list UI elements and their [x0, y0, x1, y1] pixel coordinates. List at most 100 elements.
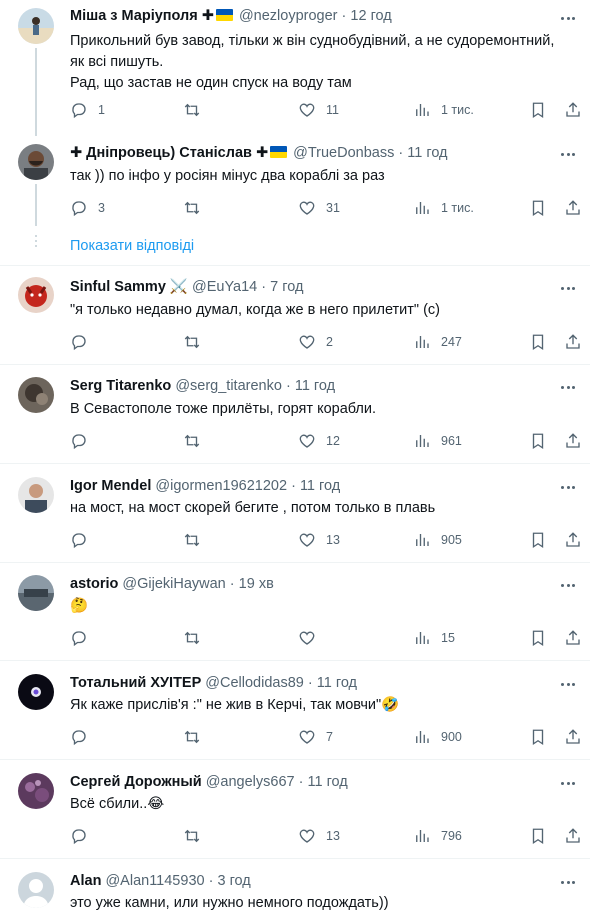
- author-handle[interactable]: @serg_titarenko: [175, 378, 282, 394]
- more-options-icon[interactable]: [558, 575, 578, 595]
- avatar[interactable]: [18, 8, 54, 44]
- reply-button[interactable]: [70, 826, 98, 846]
- tweet-text: на мост, на мост скорей бегите , потом т…: [70, 500, 436, 516]
- timestamp[interactable]: 11 год: [295, 378, 335, 394]
- author-name[interactable]: Sinful Sammy ⚔️: [70, 279, 188, 295]
- reply-button[interactable]: [70, 727, 98, 747]
- like-button[interactable]: 7: [298, 727, 333, 747]
- views-button[interactable]: 1 тис.: [413, 100, 474, 120]
- bookmark-button[interactable]: [529, 628, 547, 648]
- timestamp[interactable]: 12 год: [350, 8, 391, 24]
- views-button[interactable]: 796: [413, 826, 462, 846]
- tweet-header: astorio @GijekiHaywan · 19 хв: [70, 576, 274, 592]
- like-button[interactable]: 31: [298, 198, 340, 218]
- timestamp[interactable]: 11 год: [300, 478, 340, 494]
- author-handle[interactable]: @TrueDonbass: [293, 145, 394, 161]
- avatar[interactable]: [18, 377, 54, 413]
- views-button[interactable]: 247: [413, 332, 462, 352]
- avatar[interactable]: [18, 872, 54, 908]
- avatar[interactable]: [18, 477, 54, 513]
- retweet-button[interactable]: [183, 727, 211, 747]
- author-handle[interactable]: @Cellodidas89: [205, 675, 304, 691]
- author-name[interactable]: Serg Titarenko: [70, 378, 171, 394]
- retweet-button[interactable]: [183, 826, 211, 846]
- more-options-icon[interactable]: [558, 773, 578, 793]
- share-button[interactable]: [564, 826, 582, 846]
- like-button[interactable]: 12: [298, 431, 340, 451]
- more-options-icon[interactable]: [558, 477, 578, 497]
- bookmark-button[interactable]: [529, 727, 547, 747]
- timestamp[interactable]: 7 год: [270, 279, 303, 295]
- retweet-button[interactable]: [183, 530, 211, 550]
- heart-icon: [299, 103, 315, 117]
- bookmark-button[interactable]: [529, 332, 547, 352]
- reply-button[interactable]: [70, 431, 98, 451]
- author-name[interactable]: Тотальний ХУІТЕР: [70, 675, 201, 691]
- reply-button[interactable]: [70, 332, 98, 352]
- more-options-icon[interactable]: [558, 872, 578, 892]
- share-button[interactable]: [564, 727, 582, 747]
- bookmark-button[interactable]: [529, 530, 547, 550]
- bookmark-button[interactable]: [529, 100, 547, 120]
- avatar[interactable]: [18, 773, 54, 809]
- bookmark-button[interactable]: [529, 198, 547, 218]
- like-button[interactable]: 13: [298, 826, 340, 846]
- share-button[interactable]: [564, 530, 582, 550]
- views-button[interactable]: 900: [413, 727, 462, 747]
- share-button[interactable]: [564, 198, 582, 218]
- more-options-icon[interactable]: [558, 8, 578, 28]
- heart-icon: [299, 434, 315, 448]
- author-handle[interactable]: @angelys667: [206, 774, 295, 790]
- reply-button[interactable]: [70, 628, 98, 648]
- share-button[interactable]: [564, 332, 582, 352]
- bookmark-button[interactable]: [529, 826, 547, 846]
- like-button[interactable]: 13: [298, 530, 340, 550]
- avatar[interactable]: [18, 674, 54, 710]
- reply-button[interactable]: 1: [70, 100, 105, 120]
- views-icon: [416, 435, 429, 447]
- author-handle[interactable]: @nezloyproger: [239, 8, 338, 24]
- views-button[interactable]: 15: [413, 628, 455, 648]
- reply-icon: [72, 631, 86, 647]
- share-button[interactable]: [564, 431, 582, 451]
- author-name[interactable]: astorio: [70, 576, 118, 592]
- timestamp[interactable]: 11 год: [308, 774, 348, 790]
- avatar[interactable]: [18, 575, 54, 611]
- author-name[interactable]: Igor Mendel: [70, 478, 151, 494]
- avatar[interactable]: [18, 277, 54, 313]
- author-name[interactable]: Alan: [70, 873, 101, 889]
- more-options-icon[interactable]: [558, 278, 578, 298]
- views-button[interactable]: 1 тис.: [413, 198, 474, 218]
- views-button[interactable]: 905: [413, 530, 462, 550]
- author-handle[interactable]: @igormen19621202: [155, 478, 287, 494]
- more-options-icon[interactable]: [558, 144, 578, 164]
- reply-button[interactable]: [70, 530, 98, 550]
- retweet-button[interactable]: [183, 100, 211, 120]
- author-handle[interactable]: @EuYa14: [192, 279, 257, 295]
- like-button[interactable]: 2: [298, 332, 333, 352]
- author-name[interactable]: Міша з Маріуполя ✚: [70, 8, 214, 24]
- views-button[interactable]: 961: [413, 431, 462, 451]
- retweet-button[interactable]: [183, 198, 211, 218]
- retweet-button[interactable]: [183, 431, 211, 451]
- like-button[interactable]: 11: [298, 100, 339, 120]
- author-name[interactable]: Сергей Дорожный: [70, 774, 202, 790]
- author-handle[interactable]: @GijekiHaywan: [122, 576, 225, 592]
- avatar[interactable]: [18, 144, 54, 180]
- reply-button[interactable]: 3: [70, 198, 105, 218]
- share-button[interactable]: [564, 628, 582, 648]
- retweet-button[interactable]: [183, 628, 211, 648]
- share-button[interactable]: [564, 100, 582, 120]
- more-options-icon[interactable]: [558, 377, 578, 397]
- timestamp[interactable]: 11 год: [317, 675, 357, 691]
- timestamp[interactable]: 11 год: [407, 145, 447, 161]
- bookmark-button[interactable]: [529, 431, 547, 451]
- more-options-icon[interactable]: [558, 674, 578, 694]
- timestamp[interactable]: 3 год: [217, 873, 250, 889]
- author-name[interactable]: ✚ Дніпровець) Станіслав ✚: [70, 145, 268, 161]
- retweet-button[interactable]: [183, 332, 211, 352]
- timestamp[interactable]: 19 хв: [239, 576, 274, 592]
- author-handle[interactable]: @Alan1145930: [105, 873, 204, 889]
- show-replies-link[interactable]: Показати відповіді: [70, 236, 194, 256]
- like-button[interactable]: [298, 628, 326, 648]
